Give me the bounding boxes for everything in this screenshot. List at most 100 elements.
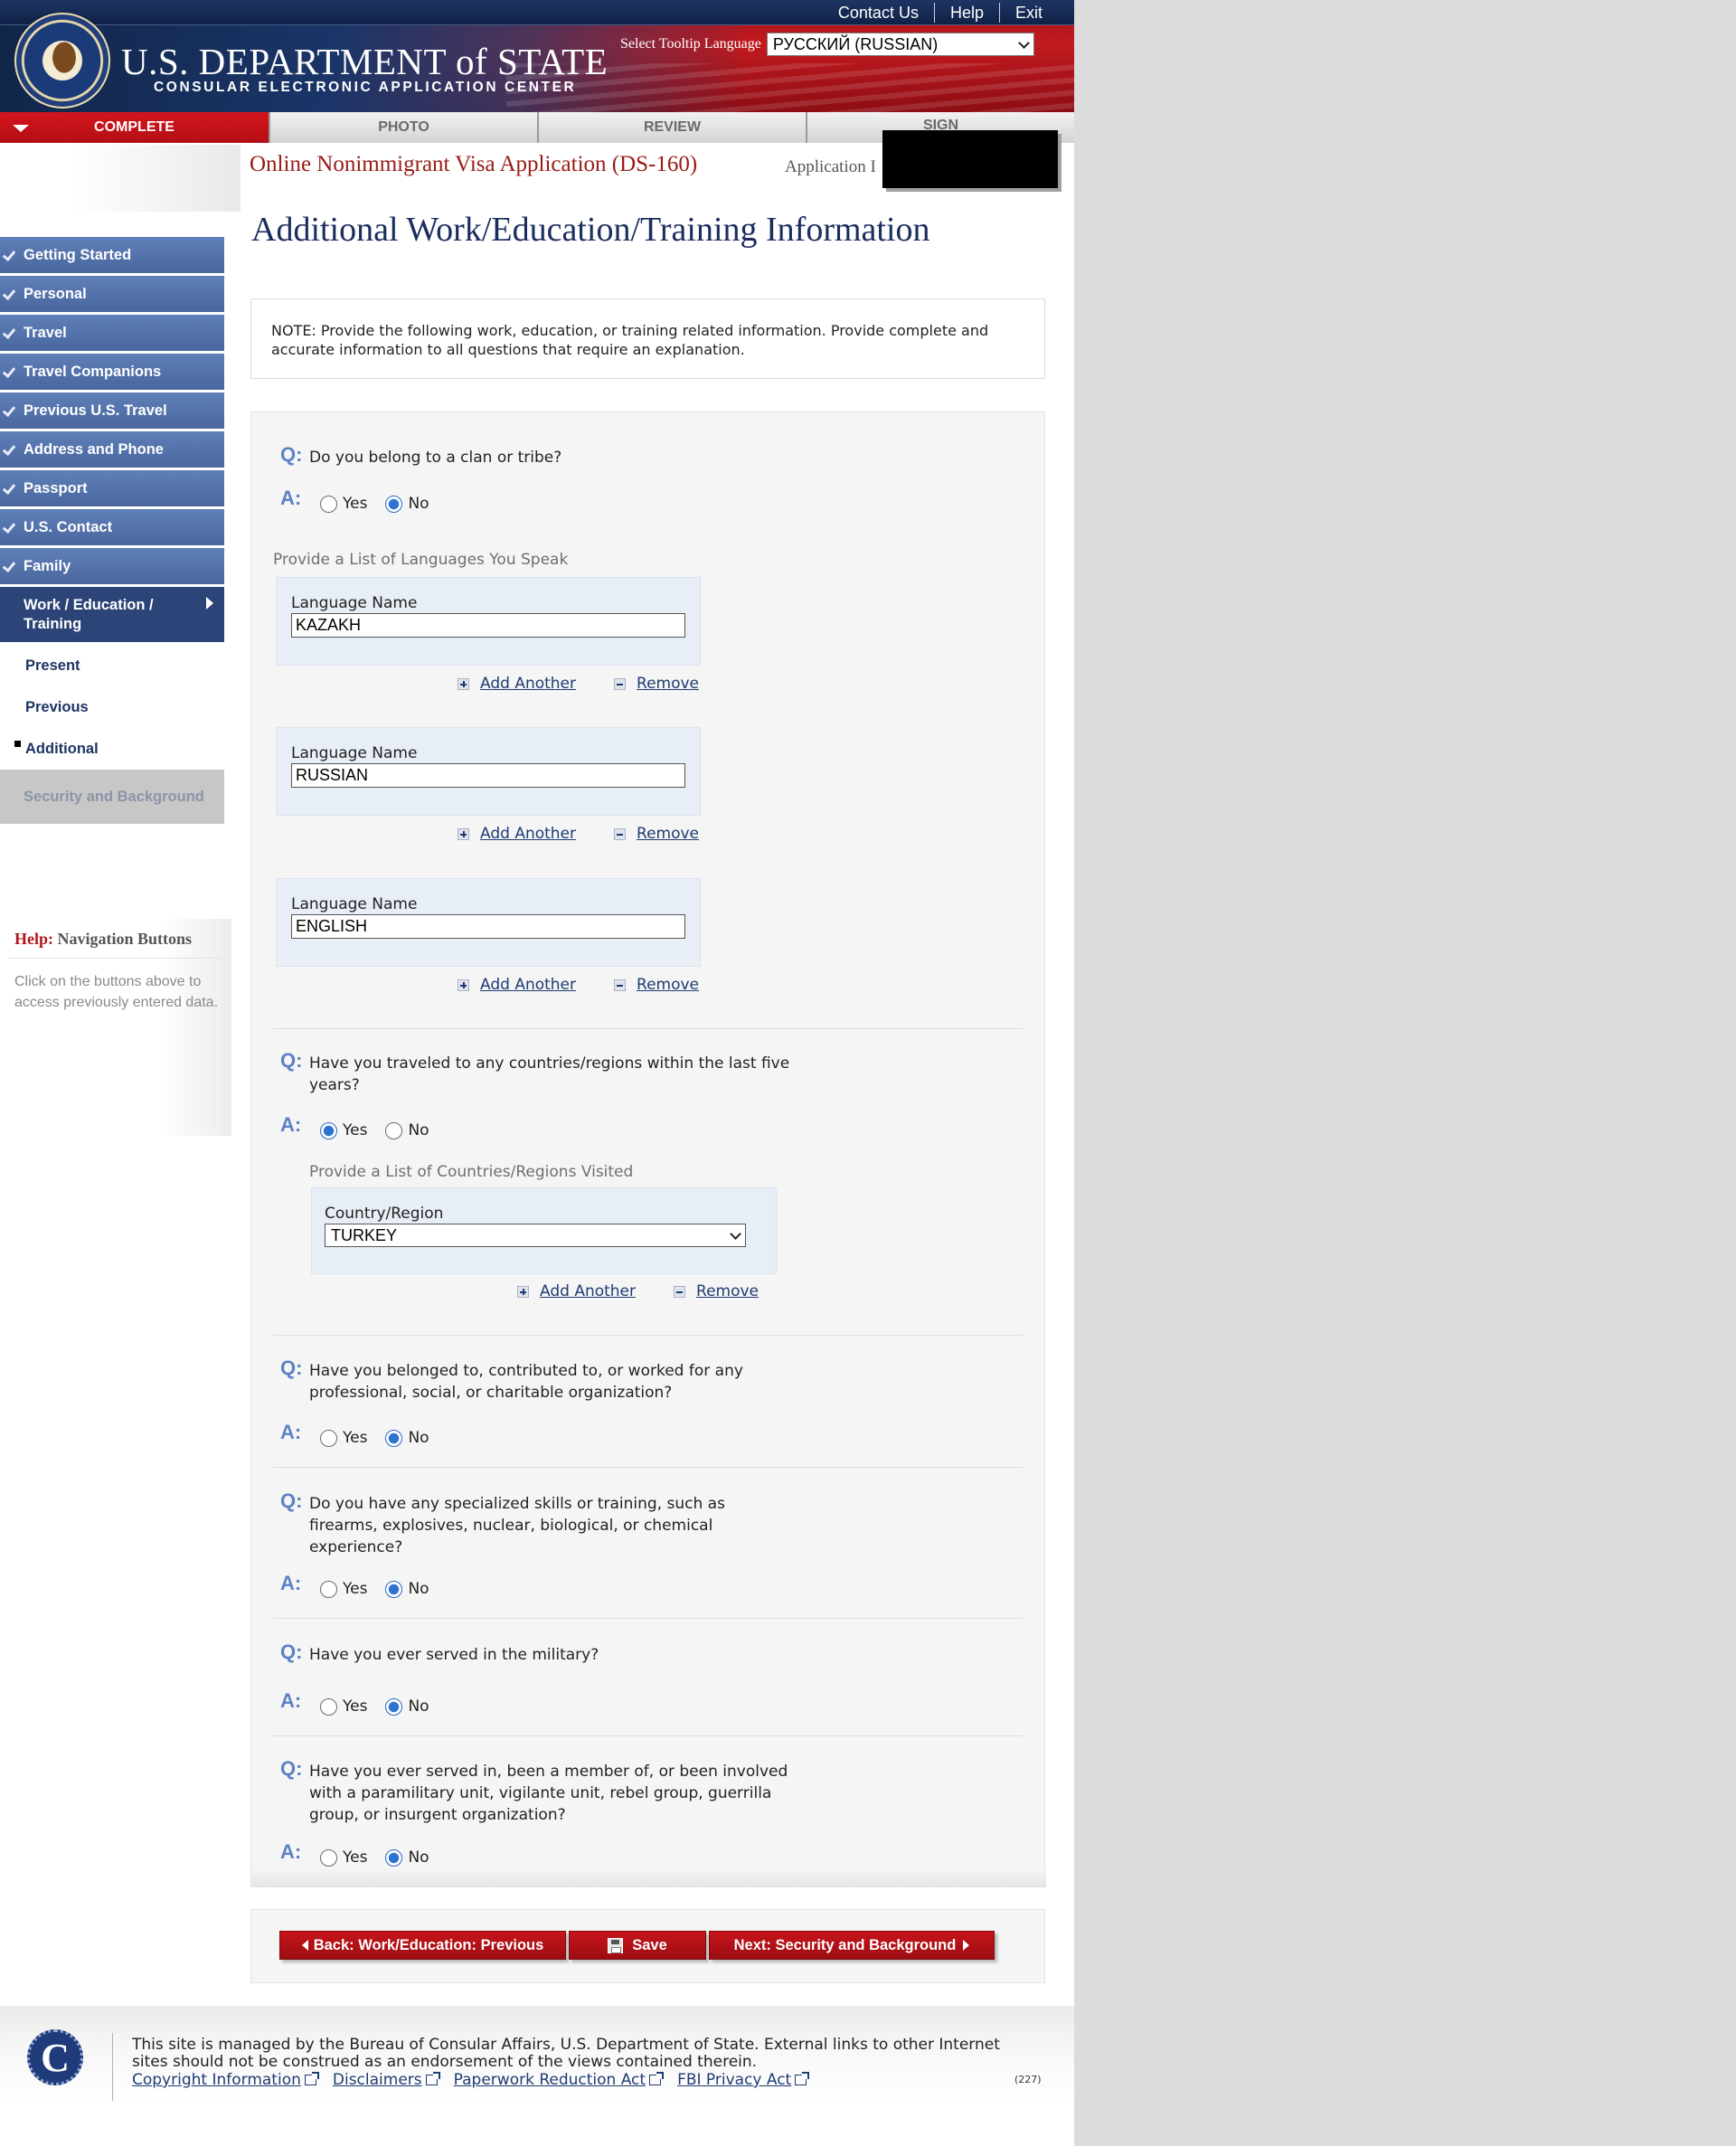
sidebar-item-label: Family (24, 557, 71, 574)
sidebar-item-label: Travel Companions (24, 363, 162, 380)
logo-letter: C (41, 2035, 70, 2080)
paramilitary-yes-radio[interactable] (320, 1848, 337, 1867)
footer-link-label: Paperwork Reduction Act (453, 2071, 646, 2089)
form-bottom-fade (251, 1869, 1046, 1887)
question-travel-countries: Have you traveled to any countries/regio… (309, 1054, 790, 1094)
military-yes-radio[interactable] (320, 1697, 337, 1716)
add-another-link[interactable]: Add Another (540, 1282, 636, 1300)
check-icon (2, 480, 16, 496)
section-divider (273, 1028, 1023, 1029)
current-bullet-icon (14, 741, 21, 747)
radio-label: No (408, 1697, 429, 1716)
brand-subtitle: CONSULAR ELECTRONIC APPLICATION CENTER (154, 80, 577, 95)
sidebar-item-family[interactable]: Family (0, 548, 224, 584)
sidebar-item-address-and-phone[interactable]: Address and Phone (0, 431, 224, 468)
organization-yes-radio[interactable] (320, 1429, 337, 1447)
check-icon (2, 441, 16, 457)
remove-link[interactable]: Remove (637, 976, 699, 994)
sidebar-item-label: U.S. Contact (24, 518, 113, 535)
sidebar-subitem-additional[interactable]: Additional (0, 728, 224, 770)
caret-right-icon (206, 597, 213, 610)
tab-complete[interactable]: COMPLETE (0, 112, 269, 143)
travel-countries-no-radio[interactable] (385, 1121, 403, 1139)
add-another-link[interactable]: Add Another (480, 976, 576, 994)
language-row-actions: Add Another Remove (458, 976, 699, 994)
exit-link[interactable]: Exit (998, 3, 1058, 23)
clan-tribe-no-radio[interactable] (385, 495, 403, 513)
country-entry: Country/Region TURKEY (311, 1187, 777, 1274)
remove-icon (674, 1285, 686, 1298)
language-row-actions: Add Another Remove (458, 825, 699, 843)
specialized-skills-yes-radio[interactable] (320, 1580, 337, 1598)
remove-link[interactable]: Remove (637, 675, 699, 693)
external-link-icon (425, 2072, 440, 2085)
back-button[interactable]: Back: Work/Education: Previous (279, 1931, 566, 1960)
save-button-label: Save (632, 1936, 667, 1953)
paramilitary-radio-group: Yes No (320, 1848, 448, 1867)
section-divider (273, 1335, 1023, 1336)
country-region-label: Country/Region (325, 1205, 444, 1223)
section-divider (273, 1735, 1023, 1736)
page: Contact Us Help Exit U.S. DEPARTMENT of … (0, 0, 1074, 2146)
clan-tribe-yes-radio[interactable] (320, 495, 337, 513)
disclaimers-link[interactable]: Disclaimers (332, 2071, 440, 2089)
paramilitary-no-radio[interactable] (385, 1848, 403, 1867)
external-link-icon (304, 2072, 319, 2085)
radio-label: Yes (343, 1697, 368, 1716)
sidebar-item-previous-us-travel[interactable]: Previous U.S. Travel (0, 392, 224, 429)
add-another-link[interactable]: Add Another (480, 825, 576, 843)
language-name-input[interactable]: ENGLISH (291, 914, 685, 939)
external-link-icon (649, 2072, 665, 2085)
brand-title: U.S. DEPARTMENT of STATE (121, 41, 609, 82)
language-name-input[interactable]: KAZAKH (291, 613, 685, 638)
fbi-privacy-act-link[interactable]: FBI Privacy Act (677, 2071, 810, 2089)
sidebar-item-work-education-training[interactable]: Work / Education / Training (0, 587, 224, 642)
sidebar-item-personal[interactable]: Personal (0, 276, 224, 312)
footer-links: Copyright Information Disclaimers Paperw… (132, 2071, 823, 2089)
contact-us-link[interactable]: Contact Us (823, 3, 934, 23)
footer-link-label: Disclaimers (332, 2071, 422, 2089)
help-link[interactable]: Help (933, 3, 999, 23)
sidebar-subitem-previous[interactable]: Previous (0, 686, 224, 728)
country-region-select[interactable]: TURKEY (325, 1224, 746, 1247)
check-icon (2, 558, 16, 573)
radio-label: Yes (343, 1848, 368, 1867)
remove-link[interactable]: Remove (637, 825, 699, 843)
add-another-link[interactable]: Add Another (480, 675, 576, 693)
page-code: (227) (1014, 2074, 1042, 2085)
sidebar-subitem-label: Additional (25, 740, 99, 757)
add-icon (517, 1285, 529, 1298)
sidebar-item-label: Passport (24, 479, 88, 496)
travel-countries-yes-radio[interactable] (320, 1121, 337, 1139)
sidebar-item-label: Personal (24, 285, 87, 302)
paperwork-reduction-act-link[interactable]: Paperwork Reduction Act (453, 2071, 665, 2089)
consular-affairs-logo-icon: C (27, 2029, 83, 2085)
tab-photo[interactable]: PHOTO (269, 112, 537, 143)
language-name-label: Language Name (291, 895, 418, 913)
copyright-information-link[interactable]: Copyright Information (132, 2071, 319, 2089)
add-icon (458, 677, 469, 690)
check-icon (2, 325, 16, 340)
sidebar-item-us-contact[interactable]: U.S. Contact (0, 509, 224, 545)
sidebar-item-passport[interactable]: Passport (0, 470, 224, 506)
tooltip-language-select[interactable]: РУССКИЙ (RUSSIAN) (766, 33, 1034, 56)
sidebar-subitem-present[interactable]: Present (0, 645, 224, 686)
question-clan-tribe: Do you belong to a clan or tribe? (309, 449, 562, 467)
specialized-skills-radio-group: Yes No (320, 1580, 448, 1598)
navigation-buttons: Back: Work/Education: Previous Save Next… (250, 1909, 1045, 1983)
remove-link[interactable]: Remove (696, 1282, 759, 1300)
next-button[interactable]: Next: Security and Background (709, 1931, 995, 1960)
tab-review[interactable]: REVIEW (537, 112, 806, 143)
save-button[interactable]: Save (569, 1931, 706, 1960)
organization-no-radio[interactable] (385, 1429, 403, 1447)
check-icon (2, 402, 16, 418)
military-no-radio[interactable] (385, 1697, 403, 1716)
language-name-input[interactable]: RUSSIAN (291, 763, 685, 788)
sidebar-item-getting-started[interactable]: Getting Started (0, 237, 224, 273)
sidebar-item-travel[interactable]: Travel (0, 315, 224, 351)
language-entry: Language Name ENGLISH (276, 878, 701, 967)
sidebar-item-travel-companions[interactable]: Travel Companions (0, 354, 224, 390)
next-button-label: Next: Security and Background (733, 1936, 957, 1953)
specialized-skills-no-radio[interactable] (385, 1580, 403, 1598)
answer-marker: A: (280, 1572, 302, 1594)
